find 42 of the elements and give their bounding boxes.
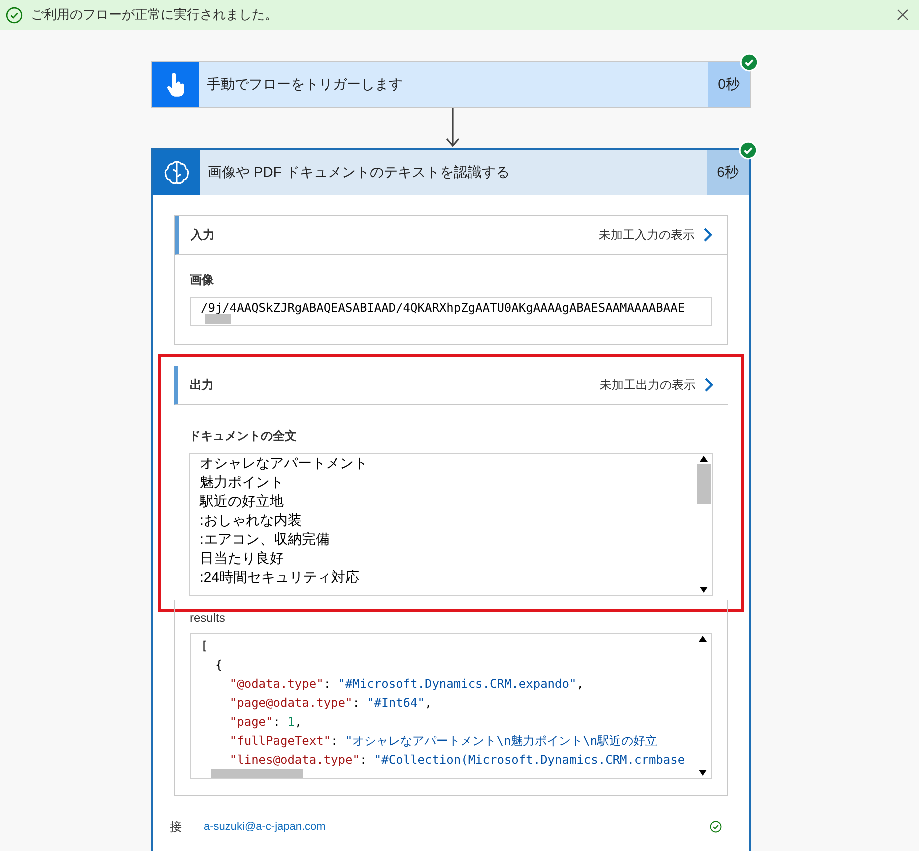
- field-label: ドキュメントの全文: [189, 428, 298, 445]
- step-duration: 6秒: [707, 150, 749, 195]
- chevron-icon: [704, 377, 714, 393]
- code-line: [: [201, 638, 210, 655]
- success-icon: [6, 6, 23, 24]
- text-line: :24時間セキュリティ対応: [200, 568, 360, 587]
- code-line: {: [214, 657, 224, 674]
- field-label: results: [190, 610, 226, 627]
- code-line: "page@odata.type": "#Int64",: [228, 695, 434, 712]
- banner-message: ご利用のフローが正常に実行されました。: [31, 6, 279, 24]
- scrollbar-thumb: [205, 314, 231, 324]
- close-icon: [895, 7, 911, 23]
- field-label: 画像: [190, 272, 215, 289]
- text-line: 魅力ポイント: [200, 473, 285, 492]
- text-line: 日当たり良好: [200, 549, 285, 568]
- hand-icon: [152, 62, 199, 107]
- text-line: オシャレなアパートメント: [200, 454, 369, 473]
- text-line: 駅近の好立地: [200, 492, 285, 511]
- raw-view-link[interactable]: 未加工入力の表示: [599, 226, 713, 244]
- scroll-up-icon[interactable]: [700, 456, 708, 462]
- step-duration: 0秒: [708, 62, 750, 107]
- code-line: "lines@odata.type": "#Collection(Microsoft.Dynamics.CRM.crmbase: [228, 752, 686, 769]
- scroll-down-icon[interactable]: [699, 770, 707, 776]
- scroll-up-icon[interactable]: [699, 636, 707, 642]
- account-link[interactable]: a-suzuki@a-c-japan.com: [204, 818, 710, 836]
- raw-view-link[interactable]: 未加工出力の表示: [600, 376, 714, 394]
- connection-label: 接: [170, 819, 183, 836]
- close-button[interactable]: [895, 7, 911, 23]
- text-line: :おしゃれな内装: [200, 511, 303, 530]
- scrollbar-thumb[interactable]: [697, 464, 711, 504]
- scroll-down-icon[interactable]: [700, 587, 708, 593]
- code-line: "@odata.type": "#Microsoft.Dynamics.CRM.expando",: [228, 676, 585, 693]
- image-data-field: /9j/4AAQSkZJRgABAQEASABIAAD/4QKARXhpZgAATU0AKgAAAAgABAESAAMAAAABAAE: [190, 297, 712, 326]
- section-heading: 出力: [190, 377, 215, 394]
- chevron-icon: [703, 227, 713, 243]
- step-title: 画像や PDF ドキュメントのテキストを認識する: [207, 163, 511, 182]
- step-title: 手動でフローをトリガーします: [206, 75, 404, 94]
- section-heading: 入力: [191, 227, 216, 244]
- code-line: "fullPageText": "オシャレなアパートメント\n魅力ポイント\n駅近の好立: [228, 733, 659, 750]
- text-line: :エアコン、収納完備: [200, 530, 331, 549]
- code-line: "page": 1,: [228, 714, 304, 731]
- arrow-connector: [446, 108, 460, 148]
